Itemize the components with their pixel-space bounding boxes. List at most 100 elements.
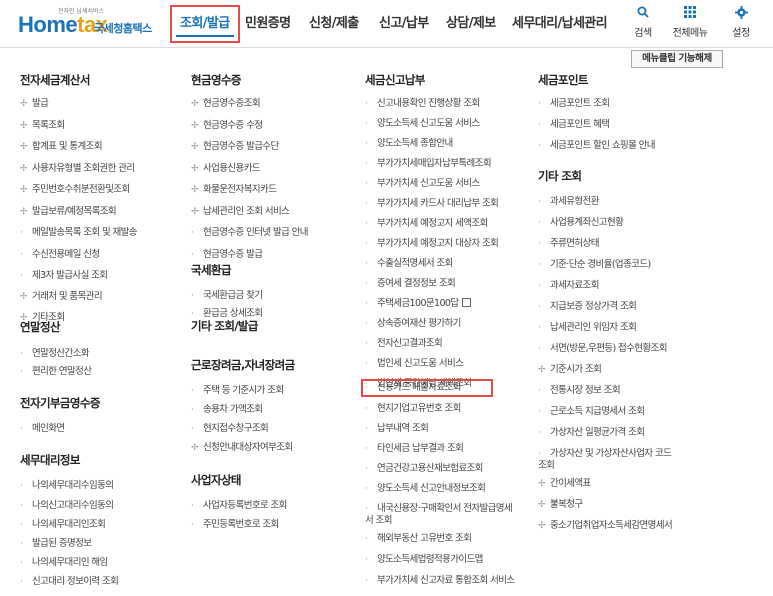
menu-item[interactable]: ✢ 중소기업취업자소득세감면명세서 xyxy=(538,520,673,532)
menu-item[interactable]: ✢ 불복청구 xyxy=(538,499,583,511)
menu-item[interactable]: ✢ 주민번호수취분전환및조회 xyxy=(20,184,130,196)
menu-item[interactable]: ✢ 발급 xyxy=(20,98,49,110)
menu-item[interactable]: · 세금포인트 할인 쇼핑몰 안내 xyxy=(538,140,656,152)
menu-item[interactable]: · 주민등록번호로 조회 xyxy=(191,519,279,531)
menu-item[interactable]: · 납부내역 조회 xyxy=(365,423,429,435)
menu-item[interactable]: · 부가가치세 예정고지 세액조회 xyxy=(365,218,488,230)
menu-item[interactable]: · 나의세무대리수임동의 xyxy=(20,480,114,492)
menu-item[interactable]: · 연말정산간소화 xyxy=(20,348,90,360)
section-title: 세금포인트 xyxy=(538,73,589,87)
menu-item[interactable]: · 가상자산 일평균가격 조회 xyxy=(538,427,645,439)
menu-item[interactable]: · 현금영수증 발급 xyxy=(191,249,263,261)
menu-item[interactable]: · 주택세금100문100답 xyxy=(365,298,471,310)
menu-item[interactable]: ✢ 신청안내대상자여부조회 xyxy=(191,442,293,454)
menu-item[interactable]: ✢ 사업용신용카드 xyxy=(191,163,261,175)
menu-item[interactable]: · 전통시장 정보 조회 xyxy=(538,385,621,397)
menu-item[interactable]: · 과세유형전환 xyxy=(538,196,599,208)
menu-item[interactable]: · 세금포인트 혜택 xyxy=(538,119,610,131)
menu-item[interactable]: · 해외부동산 고유번호 조회 xyxy=(365,533,472,545)
menu-item[interactable]: ✢ 발급보류/예정목록조회 xyxy=(20,206,117,218)
menu-item[interactable]: · 양도소득세 신고도움 서비스 xyxy=(365,118,480,130)
menu-item[interactable]: · 나의세무대리인 해임 xyxy=(20,557,108,569)
menu-item[interactable]: · 제3자 발급사실 조회 xyxy=(20,270,108,282)
section-title: 전자세금계산서 xyxy=(20,73,90,87)
menu-item[interactable]: · 양도소득세 종합안내 xyxy=(365,138,453,150)
section-title: 전자기부금영수증 xyxy=(20,396,100,410)
menu-item[interactable]: · 사업용계좌신고현황 xyxy=(538,217,624,229)
section-title: 국세환급 xyxy=(191,263,232,277)
menu-item[interactable]: · 수출실적명세서 조회 xyxy=(365,258,453,270)
nav-tax-agent[interactable]: 세무대리/납세관리 xyxy=(512,6,608,42)
menu-item[interactable]: · 부가가치세 카드사 대리납부 조회 xyxy=(365,198,499,210)
section-title: 기타 조회 xyxy=(538,169,582,183)
settings-tool[interactable]: 설정 xyxy=(723,6,759,39)
menu-item[interactable]: · 현금영수증 인터넷 발급 안내 xyxy=(191,227,309,239)
menu-item[interactable]: ✢ 거래처 및 품목관리 xyxy=(20,291,103,303)
nav-consult-report[interactable]: 상담/제보 xyxy=(446,6,496,42)
nav-report-pay[interactable]: 신고/납부 xyxy=(379,6,429,42)
menu-item[interactable]: ✢ 현금영수증조회 xyxy=(191,98,261,110)
menu-item[interactable]: ✢ 기준시가 조회 xyxy=(538,364,602,376)
menu-item[interactable]: · 증여세 결정정보 조회 xyxy=(365,278,456,290)
menu-item[interactable]: · 과세자료조회 xyxy=(538,280,599,292)
menu-item[interactable]: · 편리한 연말정산 xyxy=(20,366,92,378)
menu-item[interactable]: · 현지기업고유번호 조회 xyxy=(365,403,461,415)
menu-item[interactable]: · 사업자등록번호로 조회 xyxy=(191,500,287,512)
menu-item[interactable]: · 부가가치세매입자납부특례조회 xyxy=(365,158,492,170)
all-menu-tool[interactable]: 전체메뉴 xyxy=(665,6,715,39)
menu-item[interactable]: · 메일발송목록 조회 및 재발송 xyxy=(20,227,138,239)
nav-apply-submit[interactable]: 신청/제출 xyxy=(309,6,359,42)
menu-item[interactable]: · 신고내용확인 진행상황 조회 xyxy=(365,98,480,110)
menu-item[interactable]: · 가상자산 및 가상자산사업자 코드 조회 xyxy=(538,448,678,472)
section-title: 현금영수증 xyxy=(191,73,242,87)
menu-item[interactable]: · 신고대리 정보이력 조회 xyxy=(20,576,119,588)
search-tool[interactable]: 검색 xyxy=(623,6,663,39)
section-title: 사업자상태 xyxy=(191,473,242,487)
menu-item[interactable]: · 법인세 신고도움 서비스 xyxy=(365,358,464,370)
menu-item[interactable]: · 부가가치세 신고자료 통합조회 서비스 xyxy=(365,575,515,587)
menu-item[interactable]: · 지급보증 정상가격 조회 xyxy=(538,301,637,313)
menu-item[interactable]: · 부가가치세 신고도움 서비스 xyxy=(365,178,480,190)
menu-item[interactable]: ✢ 현금영수증 발급수단 xyxy=(191,141,279,153)
menu-item[interactable]: ✢ 화물운전자복지카드 xyxy=(191,184,277,196)
gear-icon xyxy=(723,6,759,22)
menu-item[interactable]: · 세금포인트 조회 xyxy=(538,98,610,110)
menu-item[interactable]: · 연금건강고용산재보험료조회 xyxy=(365,463,483,475)
menu-item[interactable]: ✢ 간이세액표 xyxy=(538,478,591,490)
nav-civil-certificate[interactable]: 민원증명 xyxy=(245,6,291,42)
menu-item[interactable]: · 타인세금 납부결과 조회 xyxy=(365,443,464,455)
menu-item[interactable]: · 서면(방문,우편등) 접수현황조회 xyxy=(538,343,667,355)
menu-item[interactable]: · 국세환급금 찾기 xyxy=(191,290,263,302)
menu-item[interactable]: · 송용차 가액조회 xyxy=(191,404,263,416)
section-title: 세무대리정보 xyxy=(20,453,80,467)
menu-item[interactable]: ✢ 현금영수증 수정 xyxy=(191,120,263,132)
section-title: 세금신고납부 xyxy=(365,73,425,87)
menu-item[interactable]: · 기준·단순 경비율(업종코드) xyxy=(538,259,651,271)
menu-item[interactable]: · 상속증여재산 평가하기 xyxy=(365,318,461,330)
menu-item[interactable]: · 주류면허상태 xyxy=(538,238,599,250)
nav-inquiry-issue[interactable]: 조회/발급 xyxy=(170,5,240,43)
section-title: 근로장려금,자녀장려금 xyxy=(191,358,295,372)
menu-item[interactable]: ✢ 납세관리인 조회 서비스 xyxy=(191,206,290,218)
menu-clip-release-button[interactable]: 메뉴클립 기능해제 xyxy=(631,50,723,68)
menu-item[interactable]: · 전자신고결과조회 xyxy=(365,338,443,350)
menu-item[interactable]: · 메인화면 xyxy=(20,423,65,435)
menu-item[interactable]: ✢ 합계표 및 통계조회 xyxy=(20,141,103,153)
external-link-icon xyxy=(461,298,471,307)
menu-item[interactable]: · 부가가치세 예정고지 대상자 조회 xyxy=(365,238,499,250)
menu-item[interactable]: · 수신전용메일 신청 xyxy=(20,249,100,261)
menu-item[interactable]: · 나의세무대리인조회 xyxy=(20,519,106,531)
menu-item[interactable]: · 나의신고대리수임동의 xyxy=(20,500,114,512)
menu-item[interactable]: ✢ 목록조회 xyxy=(20,120,65,132)
menu-item[interactable]: · 주택 등 기준시가 조회 xyxy=(191,385,284,397)
menu-item[interactable]: · 현지접수창구조회 xyxy=(191,423,269,435)
menu-item[interactable]: · 내국신용장·구매확인서 전자발급명세서 조회 xyxy=(365,503,515,527)
menu-item[interactable]: ✢ 사용자유형별 조회권한 관리 xyxy=(20,163,135,175)
menu-item[interactable]: · 근로소득 지급명세서 조회 xyxy=(538,406,645,418)
menu-item[interactable]: · 양도소득세 신고안내정보조회 xyxy=(365,483,486,495)
menu-item[interactable]: · 납세관리인 위임자 조회 xyxy=(538,322,637,334)
hometax-logo[interactable]: 전자민 납세서비스 Hometax 국세청홈택스 xyxy=(18,6,158,40)
menu-item[interactable]: · 발급된 증명정보 xyxy=(20,538,92,550)
menu-item-credit-card-sales[interactable]: · 신용카드 매출자료조회 xyxy=(365,382,461,394)
menu-item[interactable]: · 양도소득세법령적용가이드맵 xyxy=(365,554,483,566)
